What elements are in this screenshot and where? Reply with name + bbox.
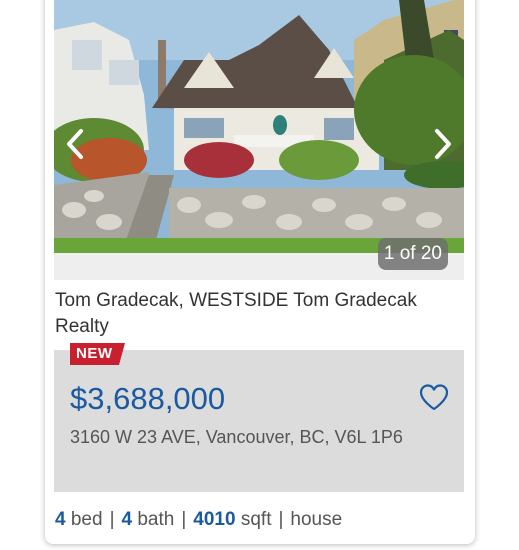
- baths-label: bath: [137, 509, 175, 530]
- chevron-right-icon: [435, 129, 451, 159]
- beds-label: bed: [70, 509, 103, 530]
- next-photo-button[interactable]: [430, 124, 456, 164]
- spec-separator: |: [109, 509, 115, 530]
- listing-address: 3160 W 23 AVE, Vancouver, BC, V6L 1P6: [70, 427, 403, 447]
- agent-name: Tom Gradecak, WESTSIDE Tom Gradecak Real…: [55, 290, 417, 337]
- beds-count: 4: [55, 509, 66, 530]
- baths-count: 4: [121, 509, 133, 530]
- photo-counter: 1 of 20: [377, 238, 448, 270]
- listing-photo[interactable]: [54, 0, 464, 253]
- photo-carousel[interactable]: 1 of 20: [54, 0, 464, 280]
- spec-separator: |: [181, 509, 187, 530]
- sqft-label: sqft: [240, 509, 272, 530]
- listing-price[interactable]: $3,688,000: [70, 380, 225, 418]
- chevron-left-icon: [67, 129, 83, 159]
- property-type: house: [290, 509, 343, 530]
- prev-photo-button[interactable]: [62, 124, 88, 164]
- listing-info-panel: [54, 350, 464, 492]
- listing-specs: 4 bed | 4 bath | 4010 sqft | house: [55, 507, 342, 533]
- new-badge: NEW: [70, 343, 124, 365]
- spec-separator: |: [278, 509, 284, 530]
- sqft-count: 4010: [193, 509, 236, 530]
- heart-outline-icon[interactable]: [418, 382, 450, 412]
